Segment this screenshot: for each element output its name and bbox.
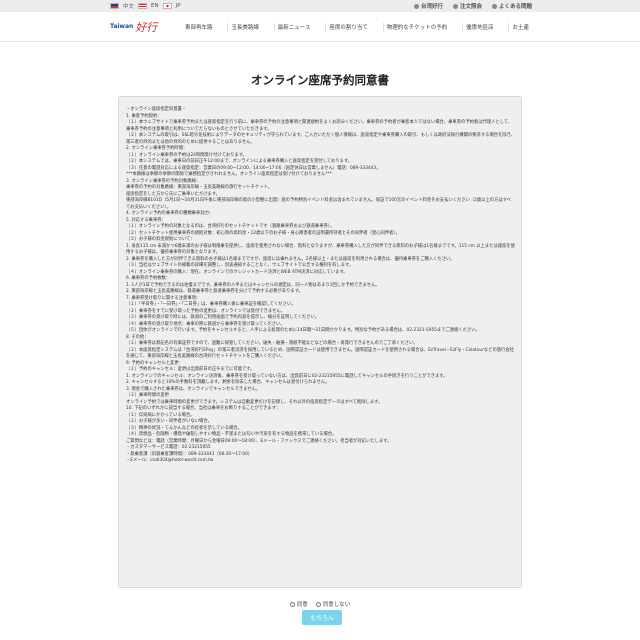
language-chinese[interactable]: 中文 (123, 2, 134, 10)
japan-flag-icon[interactable] (162, 3, 172, 9)
order-icon (452, 3, 458, 9)
agreement-line: （１）本ウェブサイトで乗車券予約または座席指定を行う前に、乗車券の予約の注意事項… (126, 120, 513, 132)
agreement-text-box[interactable]: ・オンライン座席指定同意書・ 1. 乗客予約契約： （１）本ウェブサイトで乗車券予約… (118, 96, 522, 588)
consent-options: 同意 同意しない (0, 600, 640, 608)
bus-icon (413, 3, 419, 9)
disagree-option[interactable]: 同意しない (315, 600, 350, 608)
agreement-line: （２）本システムの取引は、SSL暗号化技術によりデータのセキュリティが守られてい… (126, 133, 515, 145)
agree-option[interactable]: 同意 (289, 600, 308, 608)
nav-item-yuchangmei[interactable]: 玉長美路線 (227, 22, 262, 31)
agree-radio[interactable] (289, 601, 295, 607)
language-selector: 中文 EN JP (110, 2, 181, 10)
taiwan-tourist-link[interactable]: 台湾好行 (413, 2, 443, 10)
question-icon (491, 3, 497, 9)
site-logo[interactable]: Taiwan 好行 (110, 17, 176, 37)
taiwan-flag-icon[interactable] (110, 3, 119, 9)
us-flag-icon[interactable] (138, 3, 148, 9)
agreement-line: ・Eメール：ina0304@hotel-world.com.tw (126, 458, 214, 463)
agreement-line: （２）本座席指定システムは「台湾好行EPay」の第三者決済を採用しているため、国… (126, 347, 514, 360)
agreement-line: （５）団体がオンラインで行います。予約をキャンセルすると、人手による処理のために… (126, 328, 480, 333)
nav-item-seat-assignment[interactable]: 座席の割り当て (325, 22, 371, 31)
language-english[interactable]: EN (151, 3, 159, 9)
main-navigation: Taiwan 好行 東部再车路 玉長美路線 最新ニュース 座席の割り当て 物理的… (0, 12, 640, 42)
page-title: オンライン座席予約同意書 (251, 73, 389, 87)
nav-item-souvenirs[interactable]: お土產 (508, 22, 532, 31)
top-links: 台湾好行 注文照会 よくある問題 (413, 2, 532, 10)
order-inquiry-link[interactable]: 注文照会 (452, 2, 482, 10)
language-japanese[interactable]: JP (176, 3, 181, 9)
nav-item-physical-ticket[interactable]: 物理的なチケットの予約 (382, 22, 451, 31)
nav-item-news[interactable]: 最新ニュース (273, 22, 314, 31)
faq-link[interactable]: よくある問題 (491, 2, 532, 10)
agreement-line: 1. 身長115 cm 未満かつ6歳未満のお子様は制限乗を提供し、座席を使用され… (126, 243, 515, 256)
nav-item-discount-stores[interactable]: 優惠地區店 (462, 22, 497, 31)
disagree-radio[interactable] (315, 601, 321, 607)
agreement-line: 東部海岸線B101D（5月1日～10月31日午後に東部海岸線の第の小型観に出発）… (126, 198, 511, 210)
top-bar: 中文 EN JP 台湾好行 注文照会 よくある問題 (0, 0, 640, 12)
nav-menu: 東部再车路 玉長美路線 最新ニュース 座席の割り当て 物理的なチケットの予約 優… (182, 22, 532, 31)
submit-button[interactable]: もちろん (302, 610, 342, 625)
nav-item-east-coast[interactable]: 東部再车路 (182, 23, 216, 31)
